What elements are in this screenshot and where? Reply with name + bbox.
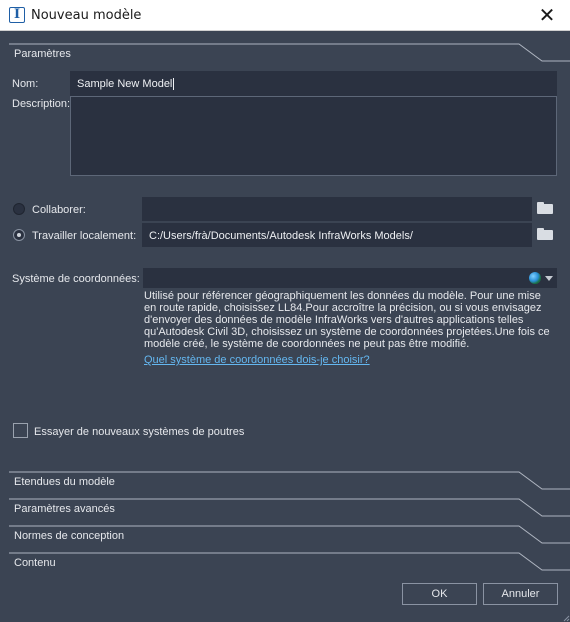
section-avances-label: Paramètres avancés [14, 503, 115, 515]
section-avances[interactable]: Paramètres avancés [9, 497, 570, 524]
section-header-line [9, 552, 570, 571]
coord-system-select[interactable] [143, 268, 557, 288]
section-parametres[interactable]: Paramètres [9, 42, 570, 69]
globe-icon[interactable] [529, 272, 541, 284]
poutres-label: Essayer de nouveaux systèmes de poutres [34, 426, 245, 438]
ok-button[interactable]: OK [402, 583, 477, 605]
poutres-checkbox[interactable] [13, 423, 28, 438]
title-bar: I Nouveau modèle ✕ [0, 0, 570, 31]
section-parametres-label: Paramètres [14, 48, 71, 60]
local-browse-folder-icon[interactable] [537, 228, 553, 240]
local-path-value: C:/Users/frà/Documents/Autodesk InfraWor… [149, 230, 413, 242]
coord-label: Système de coordonnées: [12, 273, 140, 285]
section-contenu-label: Contenu [14, 557, 56, 569]
resize-grip-icon[interactable] [562, 614, 570, 622]
section-normes-label: Normes de conception [14, 530, 125, 542]
section-etendues-label: Etendues du modèle [14, 476, 115, 488]
section-etendues[interactable]: Etendues du modèle [9, 470, 570, 497]
local-label: Travailler localement: [32, 230, 137, 242]
coord-help-link[interactable]: Quel système de coordonnées dois-je choi… [144, 354, 370, 366]
chevron-down-icon[interactable] [545, 276, 553, 281]
section-normes[interactable]: Normes de conception [9, 524, 570, 551]
description-label: Description: [12, 98, 71, 110]
coord-help-text: Utilisé pour référencer géographiquement… [144, 290, 550, 350]
collaborer-label: Collaborer: [32, 204, 86, 216]
cancel-button[interactable]: Annuler [483, 583, 558, 605]
local-radio[interactable] [13, 229, 25, 241]
infraworks-app-icon: I [9, 7, 25, 23]
nom-input[interactable]: Sample New Model [70, 71, 557, 96]
local-path-input[interactable]: C:/Users/frà/Documents/Autodesk InfraWor… [142, 223, 532, 247]
text-caret [173, 78, 175, 90]
description-input[interactable] [70, 96, 557, 176]
section-header-line [9, 43, 570, 62]
close-button[interactable]: ✕ [524, 0, 570, 31]
collaborer-path-input[interactable] [142, 197, 532, 221]
nom-value: Sample New Model [77, 78, 173, 90]
nom-label: Nom: [12, 78, 39, 90]
collaborer-browse-folder-icon[interactable] [537, 202, 553, 214]
close-icon: ✕ [538, 3, 556, 27]
section-contenu[interactable]: Contenu [9, 551, 570, 578]
window-title: Nouveau modèle [31, 8, 142, 23]
collaborer-radio[interactable] [13, 203, 25, 215]
